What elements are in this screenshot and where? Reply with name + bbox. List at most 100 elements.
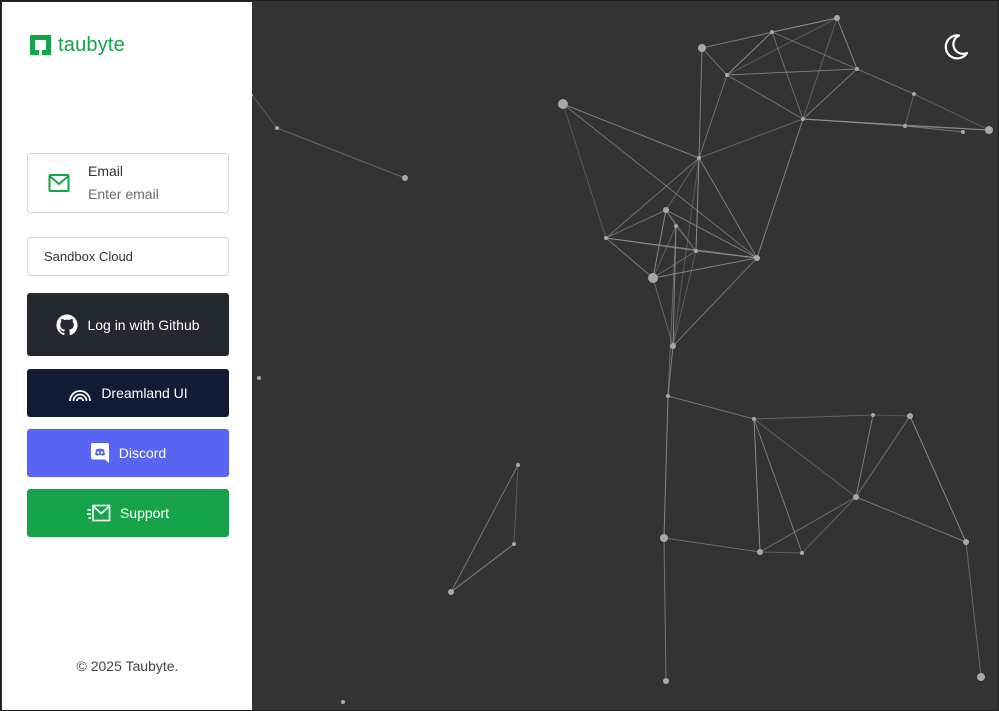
network-node [977,673,985,681]
brand-logo[interactable]: taubyte [28,33,125,57]
network-edge [802,118,990,131]
network-node [558,99,568,109]
github-icon [56,313,78,335]
network-node [903,124,907,128]
network-edge [726,68,858,76]
network-edge [663,395,669,539]
network-node [402,175,408,181]
network-edge [562,103,700,159]
network-edge [965,541,982,678]
dreamland-ui-button[interactable]: Dreamland UI [27,369,229,417]
network-edge [562,103,758,259]
network-edge [909,415,967,543]
network-node [660,534,668,542]
theme-toggle-button[interactable] [940,32,970,62]
network-node [698,44,706,52]
network-node [754,255,760,261]
network-node [855,67,859,71]
network-node [853,494,859,500]
dreamland-ui-label: Dreamland UI [101,385,188,401]
network-node [985,126,993,134]
network-edge [753,418,803,554]
network-background [252,15,993,704]
support-button[interactable]: Support [27,489,229,537]
network-edge [663,537,667,682]
network-edge [276,127,406,179]
network-edge [665,157,700,211]
network-node [800,551,804,555]
moon-icon [944,34,969,60]
network-edge [695,250,758,259]
network-node [275,126,279,130]
email-label: Email [88,163,124,179]
network-edge [801,496,857,554]
login-sidebar: taubyte Email Sandbox Cloud Log in with … [1,1,252,710]
network-node [694,249,698,253]
github-login-button[interactable]: Log in with Github [27,293,229,356]
network-edge [252,94,278,129]
discord-button[interactable]: Discord [27,429,229,477]
mail-icon [48,174,70,192]
network-node [257,376,261,380]
email-input[interactable] [84,184,222,204]
network-edge [904,93,915,127]
network-edge [759,551,803,554]
network-node [834,15,840,21]
network-edge [701,47,728,76]
network-edge [513,464,519,545]
network-node [752,417,756,421]
network-edge [605,157,700,239]
network-node [801,117,805,121]
network-edge [667,395,755,420]
network-node [725,73,729,77]
network-edge [450,543,515,593]
network-node [516,463,520,467]
network-edge [652,277,674,347]
discord-icon [90,443,109,463]
rainbow-icon [69,390,92,402]
network-edge [913,93,990,131]
network-node [512,542,516,546]
network-edge [726,31,773,76]
network-edge [753,414,874,420]
github-login-label: Log in with Github [87,316,200,333]
network-edge [667,225,677,397]
network-edge [872,414,911,417]
network-node [961,130,965,134]
network-edge [698,118,804,159]
network-node [912,92,916,96]
network-edge [663,537,761,553]
network-node [907,413,913,419]
network-edge [562,103,607,239]
network-edge [856,68,915,95]
network-node [663,207,669,213]
network-node [871,413,875,417]
support-label: Support [119,505,170,521]
network-edge [753,418,857,498]
footer-copyright: © 2025 Taubyte. [76,658,179,674]
brand-name: taubyte [58,33,126,56]
network-node [663,678,669,684]
network-node [604,236,608,240]
network-select[interactable]: Sandbox Cloud [27,237,229,276]
email-field[interactable]: Email [27,153,229,213]
network-node [674,224,678,228]
network-node [670,343,676,349]
network-node [648,273,658,283]
discord-label: Discord [118,445,167,461]
network-edge [753,418,761,553]
network-edge [605,209,667,239]
network-edge [759,496,857,553]
network-edge [771,31,804,120]
network-node [697,156,701,160]
network-node [757,549,763,555]
network-select-value: Sandbox Cloud [44,249,133,264]
network-node [963,539,969,545]
taubyte-logo-icon [30,35,51,55]
network-edge [672,257,758,347]
network-edge [698,47,703,159]
network-node [666,394,670,398]
network-node [341,700,345,704]
network-edge [450,464,519,593]
send-mail-icon [86,504,111,522]
